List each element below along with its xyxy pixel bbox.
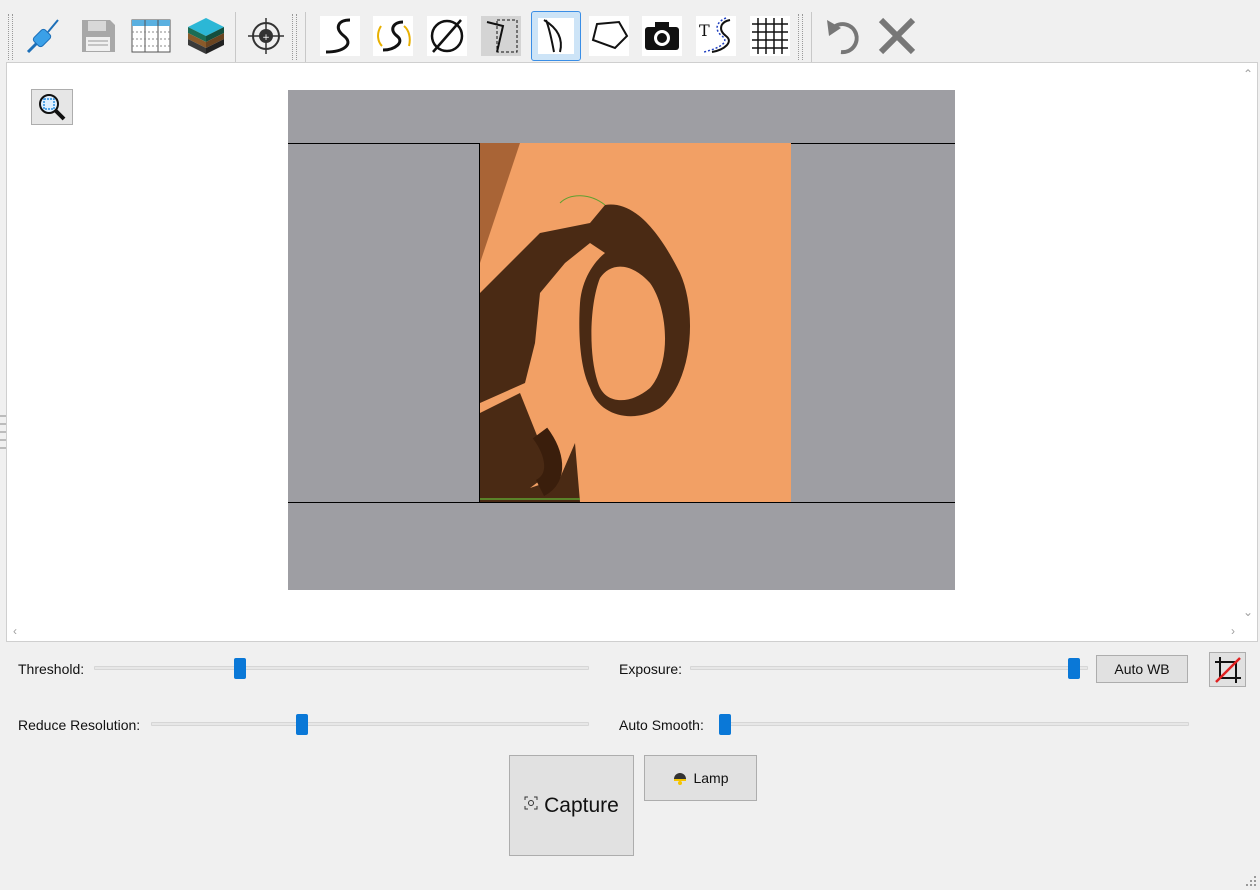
s-curve-icon bbox=[320, 16, 360, 56]
vertical-scrollbar[interactable]: ⌃ ⌄ bbox=[1239, 63, 1257, 623]
diameter-button[interactable] bbox=[425, 14, 469, 58]
diameter-icon bbox=[427, 16, 467, 56]
polygon-icon bbox=[589, 16, 629, 56]
target-icon: + bbox=[248, 18, 284, 54]
threshold-label: Threshold: bbox=[18, 661, 85, 677]
reduce-resolution-slider[interactable] bbox=[151, 722, 589, 726]
toolbar-grip[interactable] bbox=[8, 14, 13, 60]
threshold-slider-thumb[interactable] bbox=[234, 658, 246, 679]
traced-object-image bbox=[480, 143, 791, 502]
undo-button[interactable] bbox=[821, 14, 865, 58]
grid-button[interactable] bbox=[748, 14, 792, 58]
scroll-left-icon[interactable]: ‹ bbox=[13, 624, 17, 638]
layers-button[interactable] bbox=[184, 14, 228, 58]
auto-smooth-slider[interactable] bbox=[719, 722, 1189, 726]
splitter-handle[interactable] bbox=[0, 412, 6, 452]
select-region-button[interactable] bbox=[479, 14, 523, 58]
pen-probe-button[interactable] bbox=[22, 14, 66, 58]
lamp-icon bbox=[674, 773, 687, 785]
scroll-down-icon[interactable]: ⌄ bbox=[1243, 605, 1253, 619]
scroll-up-icon[interactable]: ⌃ bbox=[1243, 67, 1253, 81]
exposure-slider-thumb[interactable] bbox=[1068, 658, 1080, 679]
camera-icon bbox=[642, 16, 682, 56]
exposure-slider[interactable] bbox=[690, 666, 1088, 670]
select-region-icon bbox=[481, 16, 521, 56]
auto-curve-button[interactable] bbox=[371, 14, 415, 58]
camera-preview bbox=[479, 143, 791, 502]
toolbar-grip[interactable] bbox=[798, 14, 803, 60]
auto-wb-label: Auto WB bbox=[1114, 661, 1170, 677]
save-button[interactable] bbox=[76, 14, 120, 58]
resize-grip-icon[interactable] bbox=[1246, 876, 1256, 886]
main-toolbar: + T bbox=[0, 6, 1260, 62]
zoom-fit-button[interactable] bbox=[31, 89, 73, 125]
reduce-resolution-slider-thumb[interactable] bbox=[296, 714, 308, 735]
trace-outline-button[interactable] bbox=[531, 11, 581, 61]
capture-label: Capture bbox=[544, 793, 619, 817]
target-button[interactable]: + bbox=[244, 14, 288, 58]
close-icon bbox=[878, 17, 916, 55]
svg-text:+: + bbox=[262, 33, 270, 43]
toolbar-separator bbox=[305, 12, 306, 62]
crop-line-bottom bbox=[288, 502, 955, 503]
toolbar-grip[interactable] bbox=[292, 14, 297, 60]
pen-probe-icon bbox=[26, 19, 59, 54]
save-icon bbox=[82, 20, 115, 52]
capture-canvas[interactable] bbox=[288, 90, 955, 590]
text-curve-button[interactable]: T bbox=[694, 14, 738, 58]
svg-text:T: T bbox=[699, 21, 710, 40]
lamp-button[interactable]: Lamp bbox=[644, 755, 757, 801]
text-curve-icon: T bbox=[696, 16, 736, 56]
zoom-fit-icon bbox=[39, 94, 66, 121]
crop-off-icon bbox=[1214, 656, 1241, 683]
auto-smooth-slider-thumb[interactable] bbox=[719, 714, 731, 735]
lamp-label: Lamp bbox=[693, 770, 729, 786]
auto-wb-button[interactable]: Auto WB bbox=[1096, 655, 1188, 683]
grid-icon bbox=[750, 16, 790, 56]
camera-button[interactable] bbox=[640, 14, 684, 58]
crop-button[interactable] bbox=[1209, 652, 1246, 687]
undo-icon bbox=[827, 20, 859, 55]
scroll-right-icon[interactable]: › bbox=[1231, 624, 1235, 638]
reduce-resolution-label: Reduce Resolution: bbox=[18, 717, 141, 733]
s-curve-button[interactable] bbox=[318, 14, 362, 58]
polygon-button[interactable] bbox=[587, 14, 631, 58]
close-button[interactable] bbox=[875, 14, 919, 58]
toolbar-separator bbox=[235, 12, 236, 62]
image-viewport[interactable]: ⌃ ⌄ ‹ › bbox=[6, 62, 1258, 642]
table-button[interactable] bbox=[129, 14, 173, 58]
threshold-slider[interactable] bbox=[94, 666, 589, 670]
auto-curve-icon bbox=[373, 16, 413, 56]
table-icon bbox=[131, 19, 171, 53]
horizontal-scrollbar[interactable]: ‹ › bbox=[7, 623, 1239, 641]
capture-icon bbox=[524, 796, 538, 809]
exposure-label: Exposure: bbox=[619, 661, 683, 677]
layers-icon bbox=[188, 18, 224, 54]
trace-outline-icon bbox=[538, 18, 574, 54]
capture-button[interactable]: Capture bbox=[509, 755, 634, 856]
auto-smooth-label: Auto Smooth: bbox=[619, 717, 704, 733]
toolbar-separator bbox=[811, 12, 812, 62]
